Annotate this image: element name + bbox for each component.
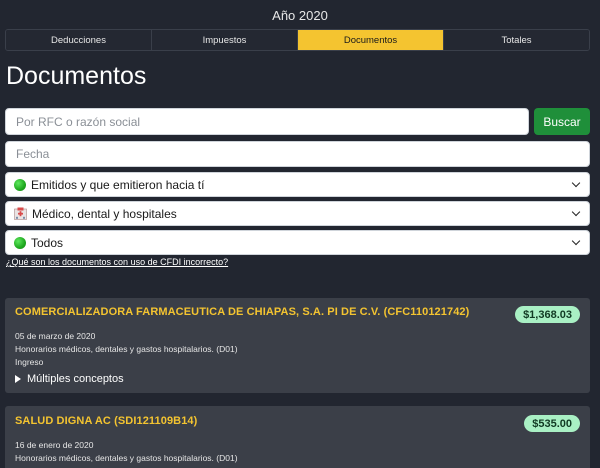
- amount-badge: $1,368.03: [515, 306, 580, 323]
- tab-bar: Deducciones Impuestos Documentos Totales: [5, 29, 590, 51]
- search-input[interactable]: [5, 108, 529, 135]
- status-filter-value: Todos: [31, 235, 64, 250]
- document-date: 16 de enero de 2020: [15, 440, 94, 450]
- date-field[interactable]: [5, 141, 590, 167]
- chevron-down-icon: [571, 207, 581, 216]
- page-title: Documentos: [6, 62, 147, 90]
- tab-deducciones[interactable]: Deducciones: [6, 30, 152, 50]
- document-type: Ingreso: [15, 357, 44, 367]
- amount-badge: $535.00: [524, 415, 580, 432]
- chevron-down-icon: [571, 236, 581, 245]
- green-circle-icon: [14, 236, 26, 249]
- green-circle-icon: [14, 178, 26, 191]
- emission-filter-value: Emitidos y que emitieron hacia tí: [31, 177, 205, 192]
- document-title: SALUD DIGNA AC (SDI121109B14): [15, 415, 198, 427]
- document-card[interactable]: SALUD DIGNA AC (SDI121109B14) $535.00 16…: [5, 406, 590, 468]
- category-filter-select[interactable]: Médico, dental y hospitales: [5, 201, 590, 226]
- chevron-down-icon: [571, 178, 581, 187]
- emission-filter-select[interactable]: Emitidos y que emitieron hacia tí: [5, 172, 590, 197]
- tab-impuestos[interactable]: Impuestos: [152, 30, 298, 50]
- disclosure-triangle-icon: [15, 375, 21, 383]
- cfdi-help-link[interactable]: ¿Qué son los documentos con uso de CFDI …: [6, 257, 228, 267]
- document-usage: Honorarios médicos, dentales y gastos ho…: [15, 453, 238, 463]
- document-title: COMERCIALIZADORA FARMACEUTICA DE CHIAPAS…: [15, 306, 470, 318]
- status-filter-select[interactable]: Todos: [5, 230, 590, 255]
- category-filter-value: Médico, dental y hospitales: [32, 206, 177, 221]
- search-button[interactable]: Buscar: [534, 108, 590, 135]
- tab-totales[interactable]: Totales: [444, 30, 589, 50]
- concepts-toggle[interactable]: Múltiples conceptos: [15, 373, 124, 385]
- tab-documentos[interactable]: Documentos: [298, 30, 444, 50]
- year-title: Año 2020: [272, 8, 328, 23]
- concepts-label: Múltiples conceptos: [27, 373, 124, 385]
- hospital-icon: [14, 207, 27, 220]
- document-date: 05 de marzo de 2020: [15, 331, 96, 341]
- document-card[interactable]: COMERCIALIZADORA FARMACEUTICA DE CHIAPAS…: [5, 298, 590, 393]
- document-usage: Honorarios médicos, dentales y gastos ho…: [15, 344, 238, 354]
